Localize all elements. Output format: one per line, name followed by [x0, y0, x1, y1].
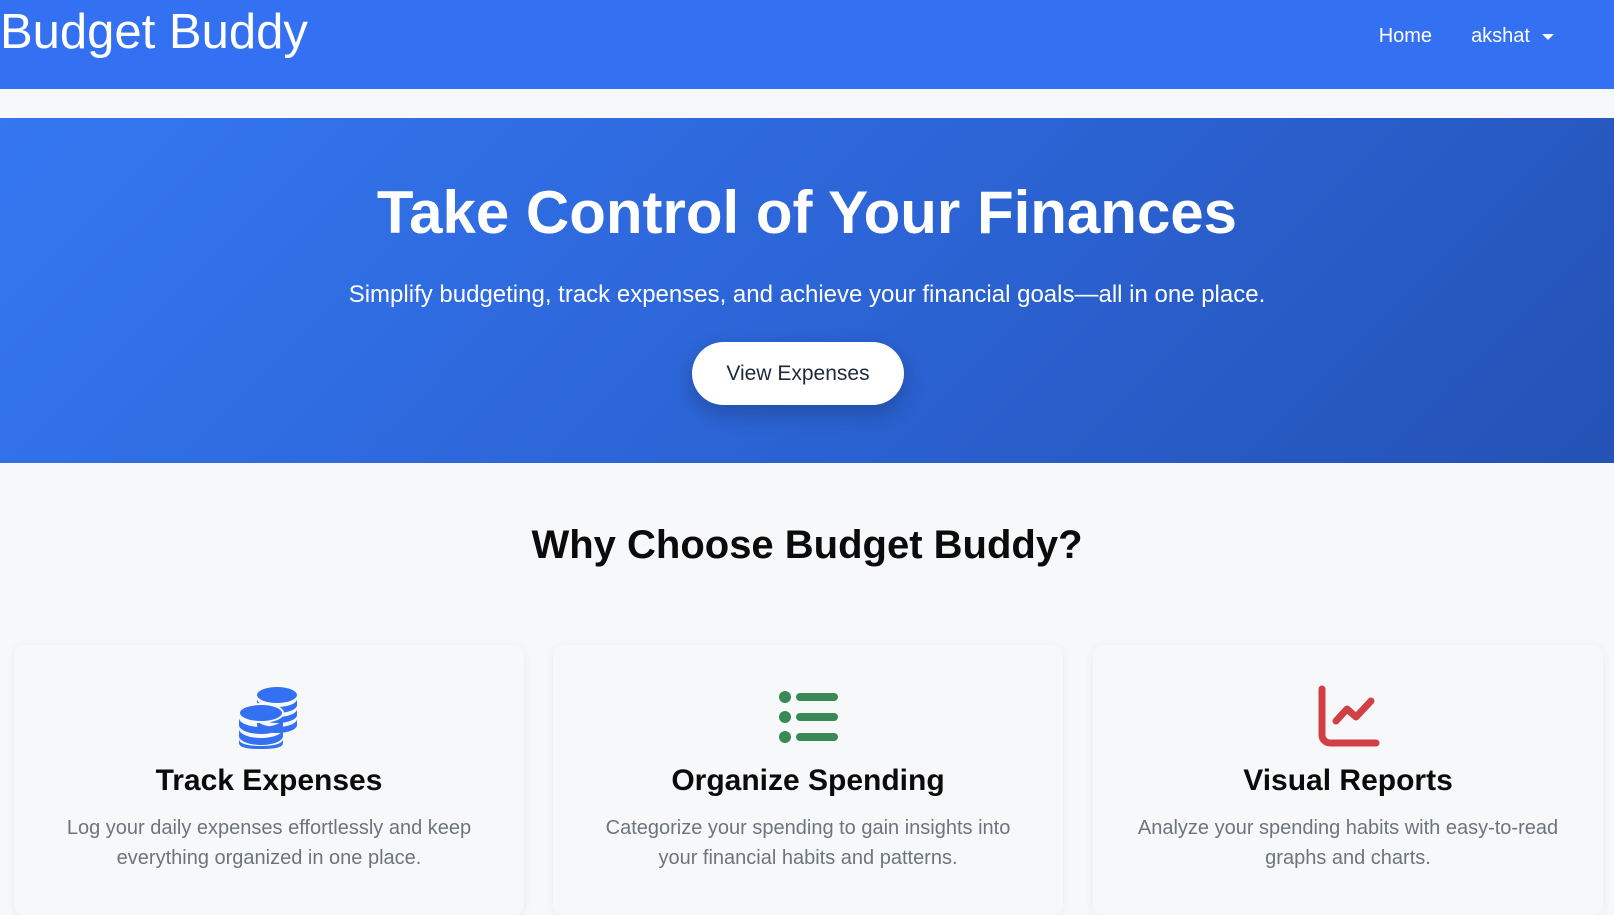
feature-card-organize-spending: Organize Spending Categorize your spendi… — [553, 645, 1063, 915]
feature-description: Analyze your spending habits with easy-t… — [1137, 817, 1559, 869]
hero-subtitle: Simplify budgeting, track expenses, and … — [348, 281, 1266, 308]
caret-down-icon — [1542, 33, 1554, 40]
brand-logo-text[interactable]: Budget Buddy — [0, 3, 308, 61]
feature-description: Log your daily expenses effortlessly and… — [66, 817, 472, 869]
nav-home-link[interactable]: Home — [1379, 22, 1432, 50]
hero-section: Take Control of Your Finances Simplify b… — [0, 118, 1614, 463]
user-dropdown-toggle[interactable]: akshat — [1471, 22, 1554, 50]
feature-card-track-expenses: Track Expenses Log your daily expenses e… — [14, 645, 524, 915]
feature-description: Categorize your spending to gain insight… — [605, 817, 1011, 869]
coins-icon — [238, 687, 297, 749]
list-icon — [779, 691, 838, 743]
feature-card-visual-reports: Visual Reports Analyze your spending hab… — [1093, 645, 1603, 915]
nav-links: Home akshat — [1379, 22, 1554, 50]
features-title: Why Choose Budget Buddy? — [531, 523, 1083, 567]
navbar: Budget Buddy Home akshat — [0, 0, 1614, 89]
user-name: akshat — [1471, 25, 1530, 47]
feature-title: Track Expenses — [155, 764, 383, 797]
chart-line-icon — [1318, 685, 1380, 747]
feature-title: Organize Spending — [671, 764, 945, 797]
view-expenses-button[interactable]: View Expenses — [692, 342, 904, 405]
hero-title: Take Control of Your Finances — [376, 179, 1238, 246]
feature-title: Visual Reports — [1243, 764, 1453, 797]
